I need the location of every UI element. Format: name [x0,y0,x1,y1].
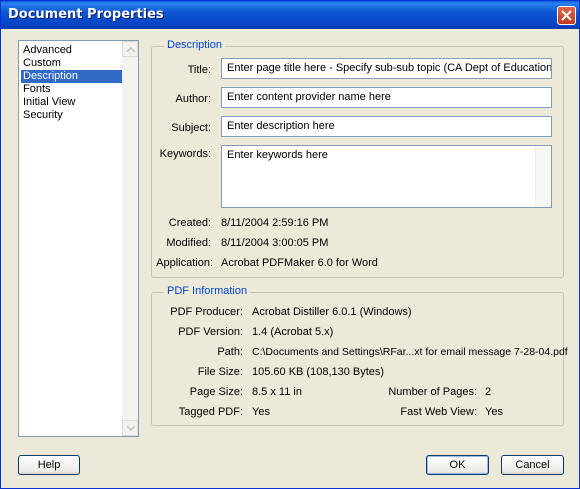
list-scrollbar[interactable] [122,41,138,436]
keywords-text: Enter keywords here [227,149,328,161]
close-icon [561,10,572,21]
pdf-information-heading: PDF Information [164,285,251,297]
number-of-pages-value: 2 [485,386,492,398]
number-of-pages-label: Number of Pages: [388,386,477,398]
ok-button[interactable]: OK [426,455,489,475]
sidebar-item-description[interactable]: Description [21,70,126,83]
file-size-value: 105.60 KB (108,130 Bytes) [252,366,385,378]
modified-label: Modified: [166,237,211,249]
chevron-down-icon [127,426,135,431]
category-list[interactable]: Advanced Custom Description Fonts Initia… [18,40,139,437]
pdf-producer-label: PDF Producer: [170,306,243,318]
modified-value: 8/11/2004 3:00:05 PM [221,237,329,249]
tagged-pdf-value: Yes [252,406,270,418]
keywords-scrollbar[interactable] [535,146,551,207]
path-label: Path: [217,346,243,358]
subject-field[interactable]: Enter description here [221,116,552,137]
document-properties-dialog: Document Properties Advanced Custom Desc… [0,0,580,489]
fast-web-view-value: Yes [485,406,503,418]
author-field[interactable]: Enter content provider name here [221,87,552,108]
application-value: Acrobat PDFMaker 6.0 for Word [221,257,378,269]
tagged-pdf-label: Tagged PDF: [178,406,243,418]
author-label: Author: [175,93,211,105]
close-button[interactable] [557,6,576,25]
sidebar-item-security[interactable]: Security [21,109,126,122]
scroll-up-button[interactable] [122,41,138,57]
application-label: Application: [156,257,213,269]
pdf-version-value: 1.4 (Acrobat 5.x) [252,326,334,338]
window-title: Document Properties [8,7,164,22]
title-bar[interactable]: Document Properties [1,1,579,29]
keywords-field[interactable]: Enter keywords here [221,145,552,208]
cancel-button[interactable]: Cancel [501,455,564,475]
sidebar-item-custom[interactable]: Custom [21,57,126,70]
created-value: 8/11/2004 2:59:16 PM [221,217,329,229]
pdf-producer-value: Acrobat Distiller 6.0.1 (Windows) [252,306,412,318]
pdf-version-label: PDF Version: [178,326,243,338]
file-size-label: File Size: [197,366,243,378]
page-size-value: 8.5 x 11 in [252,386,302,398]
help-button[interactable]: Help [18,455,80,475]
created-label: Created: [168,217,211,229]
fast-web-view-label: Fast Web View: [400,406,477,418]
keywords-label: Keywords: [159,148,211,160]
sidebar-item-advanced[interactable]: Advanced [21,44,126,57]
title-field[interactable]: Enter page title here - Specify sub-sub … [221,58,552,79]
path-value: C:\Documents and Settings\RFar...xt for … [252,346,568,358]
subject-label: Subject: [171,122,211,134]
title-label: Title: [187,64,211,76]
sidebar-item-initial-view[interactable]: Initial View [21,96,126,109]
scroll-down-button[interactable] [122,420,138,436]
page-size-label: Page Size: [189,386,243,398]
description-heading: Description [164,39,226,51]
sidebar-item-fonts[interactable]: Fonts [21,83,126,96]
chevron-up-icon [127,47,135,52]
